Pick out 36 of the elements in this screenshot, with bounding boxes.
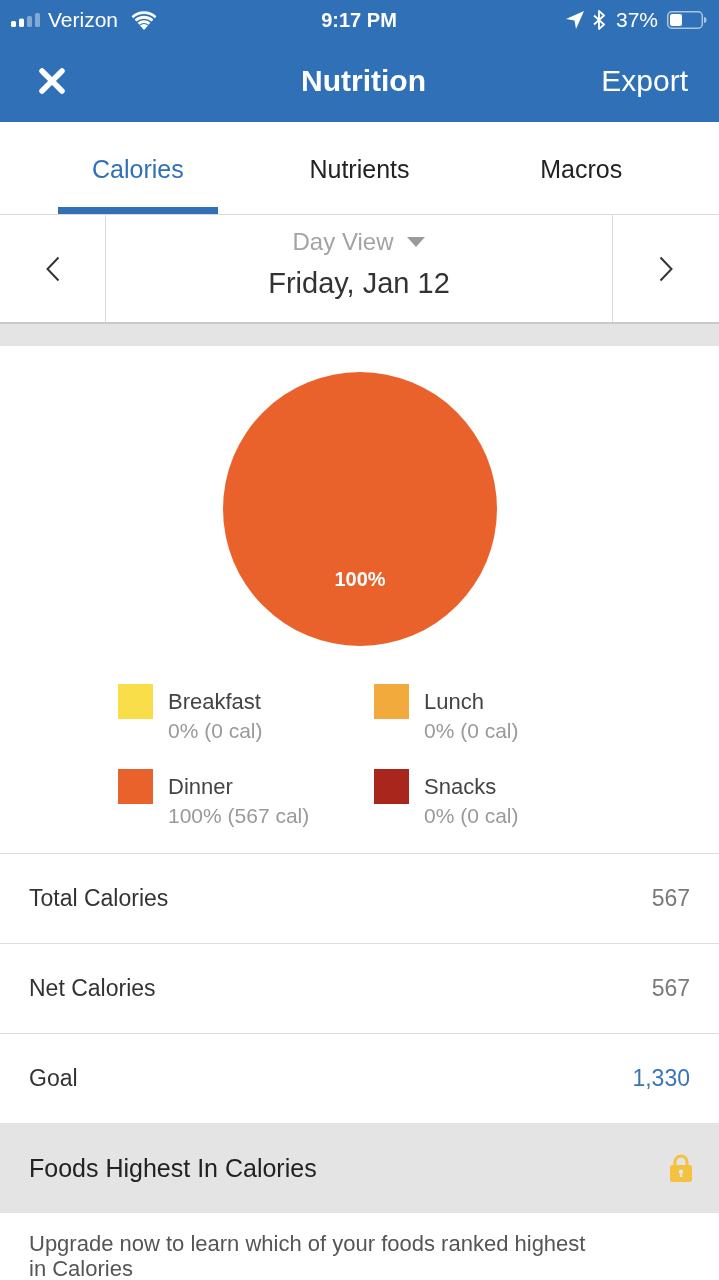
value-link[interactable]: 1,330 <box>632 1065 690 1092</box>
chevron-right-icon <box>659 255 673 282</box>
tab[interactable]: Calories <box>57 122 218 214</box>
slice-label: 100% <box>333 567 386 590</box>
battery-icon <box>667 11 707 29</box>
legend-label: Dinner <box>168 773 234 801</box>
legend-detail: 100% (567 cal) <box>168 803 310 829</box>
upgrade-message: Upgrade now to learn which of your foods ranked highest in Calories <box>28 1230 587 1280</box>
caret-down-icon <box>407 237 426 247</box>
row-value: 567 <box>651 885 690 912</box>
legend-label: Snacks <box>424 773 498 801</box>
tab[interactable]: Nutrients <box>279 122 440 214</box>
section-title: Foods Highest In Calories <box>29 1153 317 1183</box>
wifi-icon <box>131 10 158 30</box>
legend-label: Breakfast <box>168 688 262 716</box>
location-arrow-icon <box>565 11 584 29</box>
signal-icon <box>11 13 41 27</box>
date-label: Friday, Jan 12 <box>268 266 450 300</box>
row-label: Total Calories <box>29 885 169 912</box>
legend-label: Lunch <box>424 688 485 716</box>
export-button[interactable]: Export <box>601 64 688 98</box>
close-icon <box>39 68 65 94</box>
close-button[interactable] <box>39 68 65 94</box>
chevron-left-icon <box>45 255 60 282</box>
status-time: 9:17 PM <box>321 8 397 32</box>
legend-detail: 0% (0 cal) <box>424 718 519 744</box>
tab[interactable]: Macros <box>501 122 662 214</box>
row-value: 567 <box>651 975 690 1002</box>
carrier-name: Verizon <box>48 8 119 32</box>
battery-percent: 37% <box>615 8 658 32</box>
legend-detail: 0% (0 cal) <box>168 718 263 744</box>
screen-title: Nutrition <box>301 64 426 98</box>
row-label: Net Calories <box>29 975 156 1002</box>
legend-detail: 0% (0 cal) <box>424 803 519 829</box>
row-label: Goal <box>29 1065 78 1092</box>
bluetooth-icon <box>592 10 605 30</box>
